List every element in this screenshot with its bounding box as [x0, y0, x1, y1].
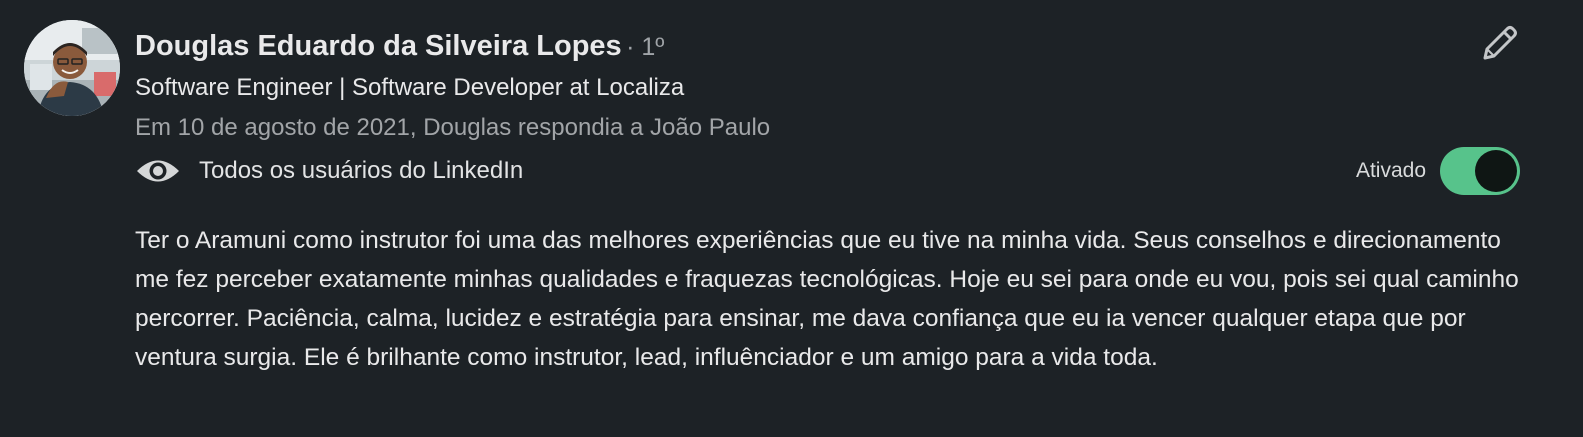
- recommendation-meta: Em 10 de agosto de 2021, Douglas respond…: [135, 114, 771, 141]
- visibility-row: Todos os usuários do LinkedIn: [135, 148, 523, 194]
- pencil-icon[interactable]: [1477, 22, 1521, 66]
- visibility-toggle-group: Ativado: [1356, 146, 1520, 196]
- connection-degree: · 1º: [626, 33, 665, 61]
- recommendation-text: Ter o Aramuni como instrutor foi uma das…: [135, 227, 1519, 371]
- visibility-label: Todos os usuários do LinkedIn: [199, 157, 524, 184]
- recommendation-card: Douglas Eduardo da Silveira Lopes · 1º S…: [0, 0, 1583, 437]
- avatar[interactable]: [24, 20, 120, 116]
- person-headline: Software Engineer | Software Developer a…: [135, 74, 685, 101]
- person-name[interactable]: Douglas Eduardo da Silveira Lopes: [135, 30, 622, 62]
- name-line: Douglas Eduardo da Silveira Lopes · 1º: [135, 24, 1523, 68]
- visibility-toggle[interactable]: [1440, 147, 1520, 195]
- header: Douglas Eduardo da Silveira Lopes · 1º S…: [135, 24, 1523, 148]
- toggle-label: Ativado: [1355, 159, 1426, 182]
- toggle-knob: [1475, 150, 1517, 192]
- eye-icon: [137, 160, 179, 182]
